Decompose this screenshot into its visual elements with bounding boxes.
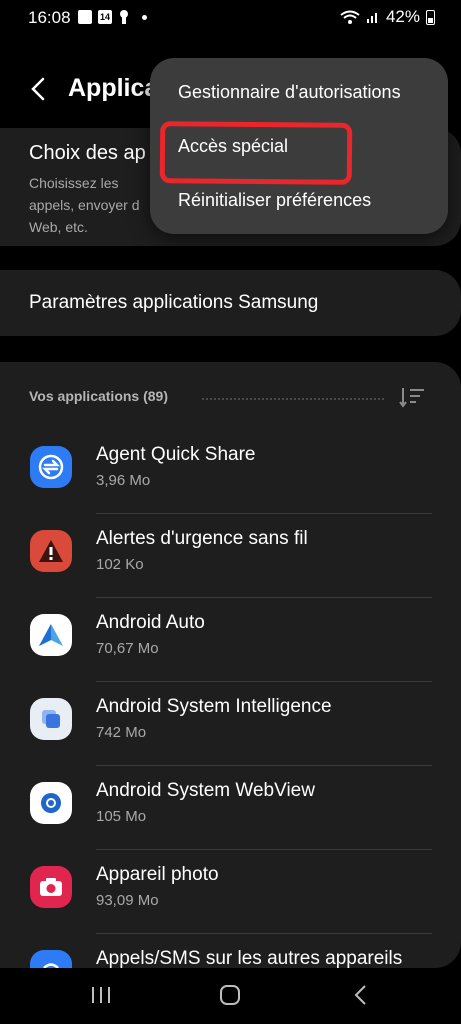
recents-icon[interactable] (90, 984, 112, 1006)
list-item-app[interactable]: Agent Quick Share 3,96 Mo (0, 430, 461, 514)
list-item-app[interactable]: Android System Intelligence 742 Mo (0, 682, 461, 766)
app-size: 3,96 Mo (96, 472, 151, 489)
menu-item-permission-manager[interactable]: Gestionnaire d'autorisations (178, 82, 401, 103)
section-divider (202, 398, 384, 400)
app-list-card: Vos applications (89) Agent Quick Share … (0, 362, 461, 968)
app-name: Agent Quick Share (96, 444, 256, 465)
list-item-app[interactable]: Android Auto 70,67 Mo (0, 598, 461, 682)
battery-icon (426, 9, 435, 25)
app-name: Android Auto (96, 612, 205, 633)
sort-icon[interactable] (398, 386, 426, 410)
app-name: Alertes d'urgence sans fil (96, 528, 308, 549)
menu-item-reset-preferences[interactable]: Réinitialiser préférences (178, 190, 371, 211)
status-bar: 16:08 14 42% (0, 0, 461, 36)
back-nav-icon[interactable] (350, 984, 372, 1006)
wifi-icon (340, 10, 360, 24)
calls-sms-icon (30, 950, 72, 968)
back-arrow-icon[interactable] (28, 76, 48, 102)
system-icons: 42% (340, 7, 435, 27)
quick-share-icon (30, 446, 72, 488)
android-auto-icon (30, 614, 72, 656)
app-size: 742 Mo (96, 724, 147, 741)
samsung-app-settings-label: Paramètres applications Samsung (29, 292, 319, 313)
battery-percent: 42% (385, 7, 420, 26)
emergency-alert-icon (30, 530, 72, 572)
keyhole-icon (120, 10, 128, 24)
navigation-bar (0, 968, 461, 1024)
app-name: Appels/SMS sur les autres appareils (96, 948, 403, 968)
apps-section-header: Vos applications (89) (29, 388, 168, 404)
system-intelligence-icon (30, 698, 72, 740)
app-size: 105 Mo (96, 808, 147, 825)
default-apps-description: Choisissez les appels, envoyer d Web, et… (29, 175, 140, 235)
samsung-app-settings-card[interactable]: Paramètres applications Samsung (0, 270, 461, 336)
notification-icons: 14 (78, 9, 147, 25)
home-icon[interactable] (219, 984, 241, 1006)
list-item-app[interactable]: Android System WebView 105 Mo (0, 766, 461, 850)
list-item-app[interactable]: Alertes d'urgence sans fil 102 Ko (0, 514, 461, 598)
gallery-icon (78, 10, 92, 24)
list-item-app[interactable]: Appels/SMS sur les autres appareils (0, 934, 461, 968)
webview-icon (30, 782, 72, 824)
camera-icon (30, 866, 72, 908)
app-name: Appareil photo (96, 864, 219, 885)
app-name: Android System Intelligence (96, 696, 332, 717)
app-size: 102 Ko (96, 556, 144, 573)
signal-icon (366, 13, 377, 23)
list-item-app[interactable]: Appareil photo 93,09 Mo (0, 850, 461, 934)
status-time: 16:08 (28, 8, 71, 27)
default-apps-title: Choix des ap (29, 142, 146, 164)
app-size: 70,67 Mo (96, 640, 159, 657)
app-name: Android System WebView (96, 780, 315, 801)
app-size: 93,09 Mo (96, 892, 159, 909)
more-notifications-dot (142, 14, 147, 20)
calendar-icon: 14 (98, 10, 112, 24)
red-highlight-annotation (159, 121, 353, 185)
